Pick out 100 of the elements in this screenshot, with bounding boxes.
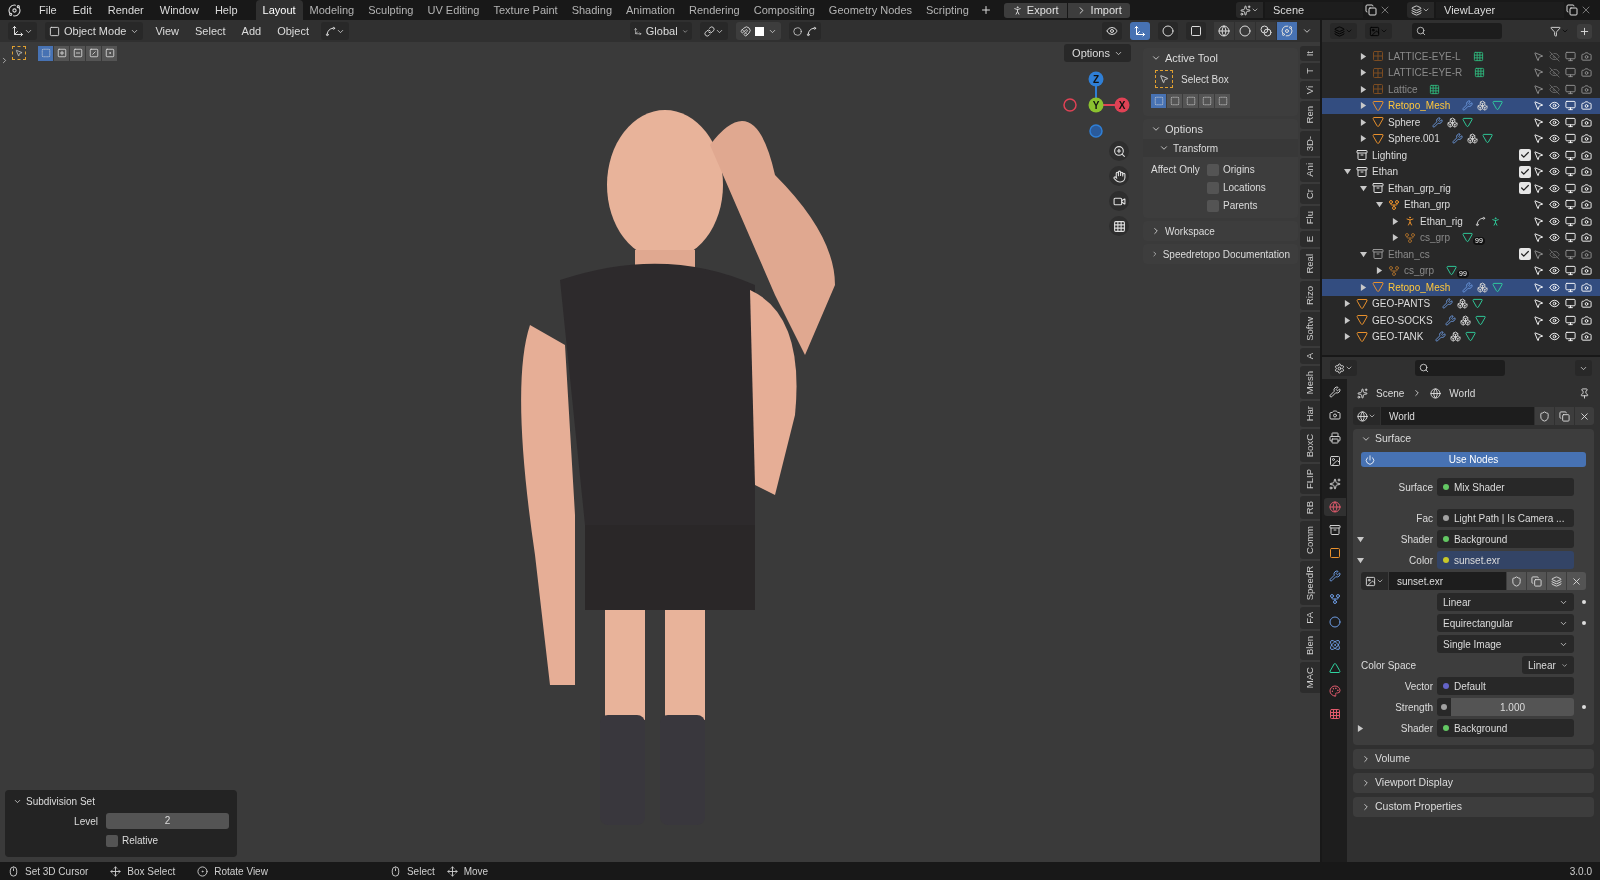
- field-label: Affect Only: [1151, 163, 1201, 177]
- menu-item[interactable]: Edit: [66, 1, 98, 19]
- sidebar-tab[interactable]: Har: [1300, 401, 1320, 427]
- outliner-row[interactable]: LATTICE-EYE-L: [1322, 48, 1600, 65]
- sidebar-tab[interactable]: SpeedR: [1300, 561, 1320, 606]
- sidebar-tab[interactable]: FA: [1300, 607, 1320, 630]
- outliner-row[interactable]: LATTICE-EYE-R: [1322, 64, 1600, 81]
- sidebar-tab[interactable]: Mesh: [1300, 366, 1320, 400]
- breadcrumb-item[interactable]: Scene: [1376, 385, 1405, 401]
- sidebar-tab[interactable]: Cr: [1300, 183, 1320, 204]
- export-button[interactable]: Export: [1003, 2, 1067, 18]
- object-name: Lattice: [1388, 82, 1418, 97]
- outliner-row[interactable]: Retopo_Mesh: [1322, 279, 1600, 296]
- sidebar-tab[interactable]: RB: [1300, 495, 1320, 520]
- scene-field[interactable]: Scene: [1265, 2, 1363, 18]
- field-label: Level: [73, 814, 98, 829]
- outliner-row[interactable]: Retopo_Mesh: [1322, 97, 1600, 114]
- socket-field[interactable]: Light Path | Is Camera ...: [1437, 509, 1574, 527]
- dropdown[interactable]: Single Image: [1437, 635, 1574, 653]
- sidebar-tab[interactable]: Real: [1300, 249, 1320, 279]
- sidebar-tab[interactable]: Rizo: [1300, 281, 1320, 310]
- strength-field[interactable]: 1.000: [1451, 698, 1574, 716]
- sidebar-tab[interactable]: 3D-: [1300, 130, 1320, 157]
- object-name: Retopo_Mesh: [1388, 99, 1451, 114]
- outliner-row[interactable]: GEO-SOCKS: [1322, 312, 1600, 329]
- outliner-row[interactable]: Sphere.001: [1322, 130, 1600, 147]
- panel-title: Subdivision Set: [26, 795, 95, 809]
- workspace-tab[interactable]: Texture Paint: [486, 0, 565, 20]
- menu-item[interactable]: Render: [101, 1, 150, 19]
- outliner-row[interactable]: Ethan_grp: [1322, 196, 1600, 213]
- dropdown[interactable]: Equirectangular: [1437, 614, 1574, 632]
- import-button[interactable]: Import: [1067, 2, 1130, 18]
- menu-item[interactable]: Object: [273, 22, 313, 40]
- options-dropdown[interactable]: Options: [1064, 44, 1131, 62]
- socket-field[interactable]: Default: [1437, 677, 1574, 695]
- outliner-row[interactable]: Ethan_rig: [1322, 213, 1600, 230]
- navigation-gizmo-drawing[interactable]: Z Y X: [1062, 70, 1132, 140]
- view-layer-field[interactable]: ViewLayer: [1436, 2, 1564, 18]
- outliner-row[interactable]: Lighting: [1322, 147, 1600, 164]
- checkbox-label: Relative: [122, 834, 159, 848]
- menu-item[interactable]: Help: [208, 1, 244, 19]
- sidebar-tab[interactable]: E: [1300, 231, 1320, 248]
- sidebar-tab[interactable]: FLIP: [1300, 463, 1320, 494]
- image-name-field[interactable]: sunset.exr: [1389, 572, 1506, 590]
- field-label: Shader: [1399, 532, 1433, 547]
- outliner-row[interactable]: Ethan_cs: [1322, 246, 1600, 263]
- outliner-row[interactable]: Sphere: [1322, 114, 1600, 131]
- menu-item[interactable]: Add: [237, 22, 266, 40]
- collapsed-panel-header[interactable]: Custom Properties: [1353, 797, 1594, 817]
- field-label: Surface: [1397, 480, 1433, 495]
- object-name: Ethan_rig: [1420, 214, 1463, 229]
- workspace-tab[interactable]: Sculpting: [361, 0, 421, 20]
- status-hint: Move: [463, 864, 489, 879]
- outliner-row[interactable]: Ethan: [1322, 163, 1600, 180]
- status-hint: Rotate View: [214, 864, 268, 879]
- sidebar-tab[interactable]: Blen: [1300, 631, 1320, 661]
- sidebar-tab[interactable]: Softw: [1300, 312, 1320, 346]
- workspace-tab[interactable]: Rendering: [681, 0, 747, 20]
- outliner-row[interactable]: GEO-TANK: [1322, 328, 1600, 345]
- outliner-row[interactable]: Lattice: [1322, 81, 1600, 98]
- menu-item[interactable]: Window: [153, 1, 205, 19]
- dropdown[interactable]: Linear: [1437, 593, 1574, 611]
- menu-item[interactable]: File: [33, 1, 63, 19]
- object-name: GEO-SOCKS: [1372, 313, 1433, 328]
- object-name: Sphere.001: [1388, 132, 1440, 147]
- sidebar-tab[interactable]: Comm: [1300, 521, 1320, 560]
- sidebar-tab[interactable]: T: [1300, 63, 1320, 80]
- socket-field[interactable]: Background: [1437, 530, 1574, 548]
- socket-field[interactable]: Mix Shader: [1437, 478, 1574, 496]
- workspace-tab[interactable]: Compositing: [746, 0, 822, 20]
- outliner-row[interactable]: Ethan_grp_rig: [1322, 180, 1600, 197]
- outliner-row[interactable]: GEO-PANTS: [1322, 295, 1600, 312]
- workspace-tab[interactable]: UV Editing: [420, 0, 487, 20]
- sidebar-tab[interactable]: Flu: [1300, 205, 1320, 230]
- use-nodes-button[interactable]: Use Nodes: [1361, 452, 1586, 467]
- sidebar-tab[interactable]: MAC: [1300, 662, 1320, 694]
- collapsed-panel-header[interactable]: Volume: [1353, 749, 1594, 769]
- socket-field[interactable]: Background: [1437, 719, 1574, 737]
- workspace-tab[interactable]: Modeling: [302, 0, 362, 20]
- level-field[interactable]: 2: [106, 813, 229, 829]
- sidebar-tab[interactable]: It: [1300, 46, 1320, 62]
- mode-dropdown[interactable]: Object Mode: [45, 22, 144, 40]
- orientation-dropdown[interactable]: Global: [630, 22, 692, 40]
- dropdown[interactable]: Linear: [1522, 656, 1574, 674]
- menu-item[interactable]: Select: [191, 22, 230, 40]
- workspace-tab[interactable]: Geometry Nodes: [821, 0, 919, 20]
- sidebar-tab[interactable]: Ren: [1300, 101, 1320, 129]
- sidebar-tab[interactable]: Vi: [1300, 81, 1320, 100]
- socket-field[interactable]: sunset.exr: [1437, 551, 1574, 569]
- workspace-tab[interactable]: Shading: [564, 0, 620, 20]
- collapsed-panel-header[interactable]: Viewport Display: [1353, 773, 1594, 793]
- workspace-tab[interactable]: Animation: [619, 0, 682, 20]
- menu-item[interactable]: View: [151, 22, 184, 40]
- world-name-field[interactable]: World: [1381, 407, 1534, 425]
- sidebar-tab[interactable]: A: [1300, 347, 1320, 365]
- sidebar-tab[interactable]: BoxC: [1300, 428, 1320, 462]
- sidebar-tab[interactable]: Ani: [1300, 158, 1320, 182]
- breadcrumb-item[interactable]: World: [1449, 385, 1476, 401]
- workspace-tab[interactable]: Layout: [255, 0, 303, 20]
- workspace-tab[interactable]: Scripting: [919, 0, 976, 20]
